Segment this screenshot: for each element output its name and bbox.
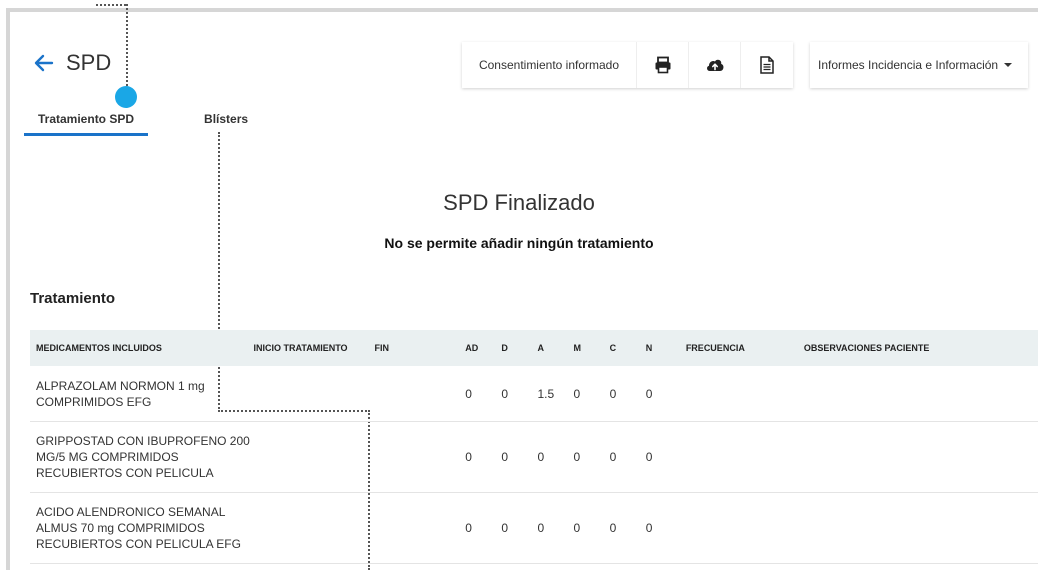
dose-m: 0	[573, 450, 581, 464]
upload-button[interactable]	[689, 42, 741, 88]
dose-c: 0	[609, 521, 617, 535]
column-header: FIN	[374, 343, 390, 353]
tab-blisters[interactable]: Blísters	[190, 108, 262, 136]
column-header: N	[645, 343, 653, 353]
column-header: M	[573, 343, 582, 353]
column-header: C	[609, 343, 617, 353]
toolbar: Consentimiento informado	[462, 42, 793, 88]
page-title: SPD	[66, 50, 112, 75]
dose-ad: 0	[465, 386, 472, 401]
column-header: OBSERVACIONES PACIENTE	[803, 343, 930, 353]
dose-n: 0	[645, 521, 653, 535]
print-icon	[655, 56, 670, 74]
dose-m: 0	[573, 521, 581, 535]
cloud-upload-icon	[706, 59, 723, 71]
arrow-left-icon[interactable]	[32, 52, 54, 74]
column-header: INICIO TRATAMIENTO	[253, 343, 348, 353]
column-header: D	[501, 343, 508, 353]
medication-name: GRIPPOSTAD CON IBUPROFENO 200 MG/5 MG CO…	[36, 434, 250, 480]
section-title: Tratamiento	[30, 290, 116, 307]
dose-d: 0	[501, 521, 509, 535]
dose-d: 0	[501, 386, 509, 401]
column-header: AD	[465, 343, 479, 353]
dose-a: 0	[537, 521, 545, 535]
table-row[interactable]: ACIDO ALENDRONICO SEMANAL ALMUS 70 mg CO…	[30, 493, 1038, 564]
column-header: MEDICAMENTOS INCLUIDOS	[36, 343, 162, 353]
reports-dropdown[interactable]: Informes Incidencia e Información	[810, 42, 1028, 88]
print-button[interactable]	[637, 42, 689, 88]
dose-ad: 0	[465, 521, 472, 535]
treatment-table: MEDICAMENTOS INCLUIDOS INICIO TRATAMIENT…	[30, 330, 1038, 564]
table-row[interactable]: ALPRAZOLAM NORMON 1 mg COMPRIMIDOS EFG 0…	[30, 366, 1038, 422]
column-header: A	[537, 343, 544, 353]
dose-ad: 0	[465, 450, 472, 464]
status-heading: SPD Finalizado	[443, 190, 595, 215]
medication-name: ALPRAZOLAM NORMON 1 mg COMPRIMIDOS EFG	[36, 378, 205, 409]
tab-tratamiento-spd[interactable]: Tratamiento SPD	[24, 108, 149, 136]
dose-a: 0	[537, 450, 545, 464]
document-icon	[760, 56, 774, 74]
document-button[interactable]	[741, 42, 793, 88]
status-message: No se permite añadir ningún tratamiento	[384, 235, 654, 251]
column-header: FRECUENCIA	[685, 343, 745, 353]
annotation-line	[126, 4, 128, 90]
dose-m: 0	[573, 386, 581, 401]
dose-c: 0	[609, 386, 617, 401]
caret-down-icon	[1004, 63, 1013, 67]
medication-name: ACIDO ALENDRONICO SEMANAL ALMUS 70 mg CO…	[36, 505, 241, 551]
reports-dropdown-label: Informes Incidencia e Información	[818, 58, 999, 72]
annotation-line	[96, 0, 126, 6]
dose-d: 0	[501, 450, 509, 464]
tab-bar: Tratamiento SPD Blísters	[24, 108, 262, 136]
table-row[interactable]: GRIPPOSTAD CON IBUPROFENO 200 MG/5 MG CO…	[30, 422, 1038, 493]
consent-button[interactable]: Consentimiento informado	[462, 42, 637, 88]
annotation-marker	[115, 86, 137, 108]
dose-n: 0	[645, 450, 653, 464]
dose-n: 0	[645, 386, 653, 401]
table-header: MEDICAMENTOS INCLUIDOS INICIO TRATAMIENT…	[30, 330, 1038, 366]
dose-c: 0	[609, 450, 617, 464]
dose-a: 1.5	[537, 386, 555, 401]
